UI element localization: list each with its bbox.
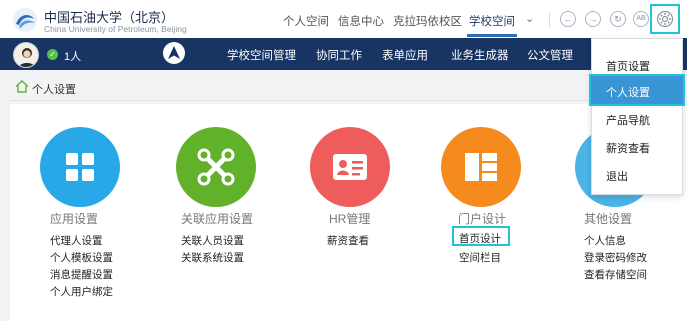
menu-item-homepage-settings[interactable]: 首页设置 <box>606 58 650 74</box>
link-storage-space[interactable]: 查看存储空间 <box>584 267 647 282</box>
hr-management-circle[interactable] <box>310 127 390 207</box>
portal-design-circle[interactable] <box>441 127 521 207</box>
nav-school-space-management[interactable]: 学校空间管理 <box>227 47 296 63</box>
link-notification-settings[interactable]: 消息提醒设置 <box>50 267 113 282</box>
id-card-icon <box>333 154 367 180</box>
link-linked-systems[interactable]: 关联系统设置 <box>181 250 244 265</box>
menu-item-salary-view[interactable]: 薪资查看 <box>606 140 650 156</box>
link-personal-info[interactable]: 个人信息 <box>584 233 626 248</box>
nav-logo-icon[interactable] <box>163 42 185 64</box>
ab-icon[interactable]: AB <box>633 11 649 27</box>
menu-item-product-navigation[interactable]: 产品导航 <box>606 112 650 128</box>
forward-icon[interactable]: → <box>585 11 601 27</box>
category-title: 门户设计 <box>458 212 507 226</box>
chevron-down-icon[interactable]: ⌄ <box>525 12 534 25</box>
menu-item-logout[interactable]: 退出 <box>606 168 628 184</box>
topnav-personal-space[interactable]: 个人空间 <box>283 13 329 29</box>
layout-icon <box>465 153 497 181</box>
category-title: 应用设置 <box>50 212 99 226</box>
link-template-settings[interactable]: 个人模板设置 <box>50 250 113 265</box>
divider <box>549 12 550 28</box>
link-icon <box>197 148 235 186</box>
topnav-karamay-campus[interactable]: 克拉玛依校区 <box>393 13 462 29</box>
online-user-count: 1人 <box>64 51 82 63</box>
nav-form-apps[interactable]: 表单应用 <box>382 47 428 63</box>
home-icon[interactable] <box>15 80 29 93</box>
topnav-school-space[interactable]: 学校空间 <box>469 13 515 29</box>
brand-name-en: China University of Petroleum, Beijing <box>44 24 187 34</box>
topnav-info-center[interactable]: 信息中心 <box>338 13 384 29</box>
highlight-box <box>452 226 510 246</box>
divider <box>10 100 687 101</box>
back-icon[interactable]: ← <box>560 11 576 27</box>
gear-icon <box>656 10 674 28</box>
breadcrumb: 个人设置 <box>32 84 76 96</box>
highlight-box <box>589 74 685 106</box>
settings-button[interactable] <box>650 4 680 34</box>
check-icon: ✓ <box>47 49 58 60</box>
refresh-icon[interactable]: ↻ <box>610 11 626 27</box>
link-salary-view[interactable]: 薪资查看 <box>327 233 369 248</box>
category-title: HR管理 <box>329 212 371 226</box>
link-user-binding[interactable]: 个人用户绑定 <box>50 284 113 299</box>
grid-icon <box>66 153 94 181</box>
avatar[interactable] <box>13 42 39 68</box>
link-password-change[interactable]: 登录密码修改 <box>584 250 647 265</box>
category-title: 关联应用设置 <box>181 212 254 226</box>
nav-document-management[interactable]: 公文管理 <box>527 47 573 63</box>
linked-app-settings-circle[interactable] <box>176 127 256 207</box>
university-logo-icon[interactable] <box>12 7 38 33</box>
active-tab-indicator <box>467 34 517 37</box>
app-settings-circle[interactable] <box>40 127 120 207</box>
link-space-columns[interactable]: 空间栏目 <box>459 250 501 265</box>
category-title: 其他设置 <box>584 212 633 226</box>
nav-collaboration[interactable]: 协同工作 <box>316 47 362 63</box>
nav-business-builder[interactable]: 业务生成器 <box>451 47 509 63</box>
link-proxy-settings[interactable]: 代理人设置 <box>50 233 103 248</box>
link-linked-people[interactable]: 关联人员设置 <box>181 233 244 248</box>
